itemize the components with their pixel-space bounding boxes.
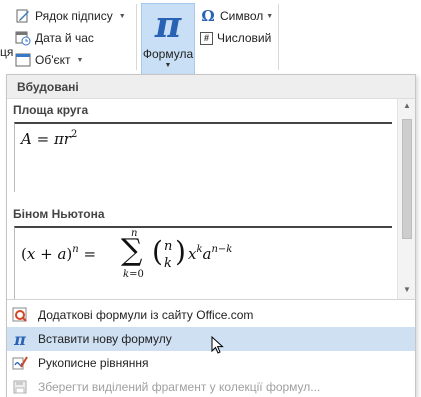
number-icon: # [200,31,213,45]
chevron-down-icon: ▼ [164,62,172,69]
more-equations-office-item[interactable]: Додаткові формули із сайту Office.com [7,303,415,327]
number-button[interactable]: # Числовий [200,28,271,48]
menu-divider [7,299,415,300]
scroll-thumb[interactable] [402,119,412,239]
group-divider [136,4,137,70]
save-selection-icon [12,379,28,395]
pi-icon: π [154,4,182,46]
equation-preview-circle-area[interactable]: A = πr2 [14,122,392,192]
insert-ribbon: ця Рядок підпису ▼ Дата й час Об'єкт ▼ π… [0,0,421,74]
ink-equation-icon [12,355,28,371]
mouse-cursor-icon [211,336,224,354]
scroll-up-icon[interactable]: ▲ [398,101,416,115]
pi-icon: π [14,329,26,349]
object-button[interactable]: Об'єкт ▼ [15,50,83,70]
equation-title-binomial: Біном Ньютона [13,207,105,221]
sum-symbol: ∑ [121,233,143,268]
equation-formula: (x + a)n = [21,244,97,263]
equation-preview-binomial[interactable]: (x + a)n = n ∑ k=0 ( n k ) xkan−k [14,226,392,299]
chevron-down-icon: ▼ [76,56,84,64]
scroll-down-icon[interactable]: ▼ [398,285,416,299]
omega-icon: Ω [201,7,215,25]
gallery-scrollbar[interactable]: ▲ ▼ [397,99,415,299]
symbol-button[interactable]: Ω Символ ▼ [200,6,273,26]
cut-off-label: ця [0,45,14,59]
office-formulas-icon [12,307,28,323]
chevron-down-icon: ▼ [118,12,126,20]
save-selection-to-gallery-item[interactable]: Зберегти виділений фрагмент у колекції ф… [7,375,415,397]
signature-line-button[interactable]: Рядок підпису ▼ [15,6,126,26]
equation-button[interactable]: π Формула ▼ [141,3,195,74]
object-icon [15,52,31,68]
group-divider [278,4,279,70]
equation-formula: A = πr2 [21,129,78,148]
gallery-header: Вбудовані [7,75,415,99]
calendar-clock-icon [15,30,31,46]
chevron-down-icon: ▼ [266,12,274,20]
signature-line-icon [15,8,31,24]
date-time-button[interactable]: Дата й час [15,28,94,48]
equation-title-circle-area: Площа круга [13,103,89,117]
equation-gallery: Площа круга A = πr2 Біном Ньютона (x + a… [7,99,397,299]
